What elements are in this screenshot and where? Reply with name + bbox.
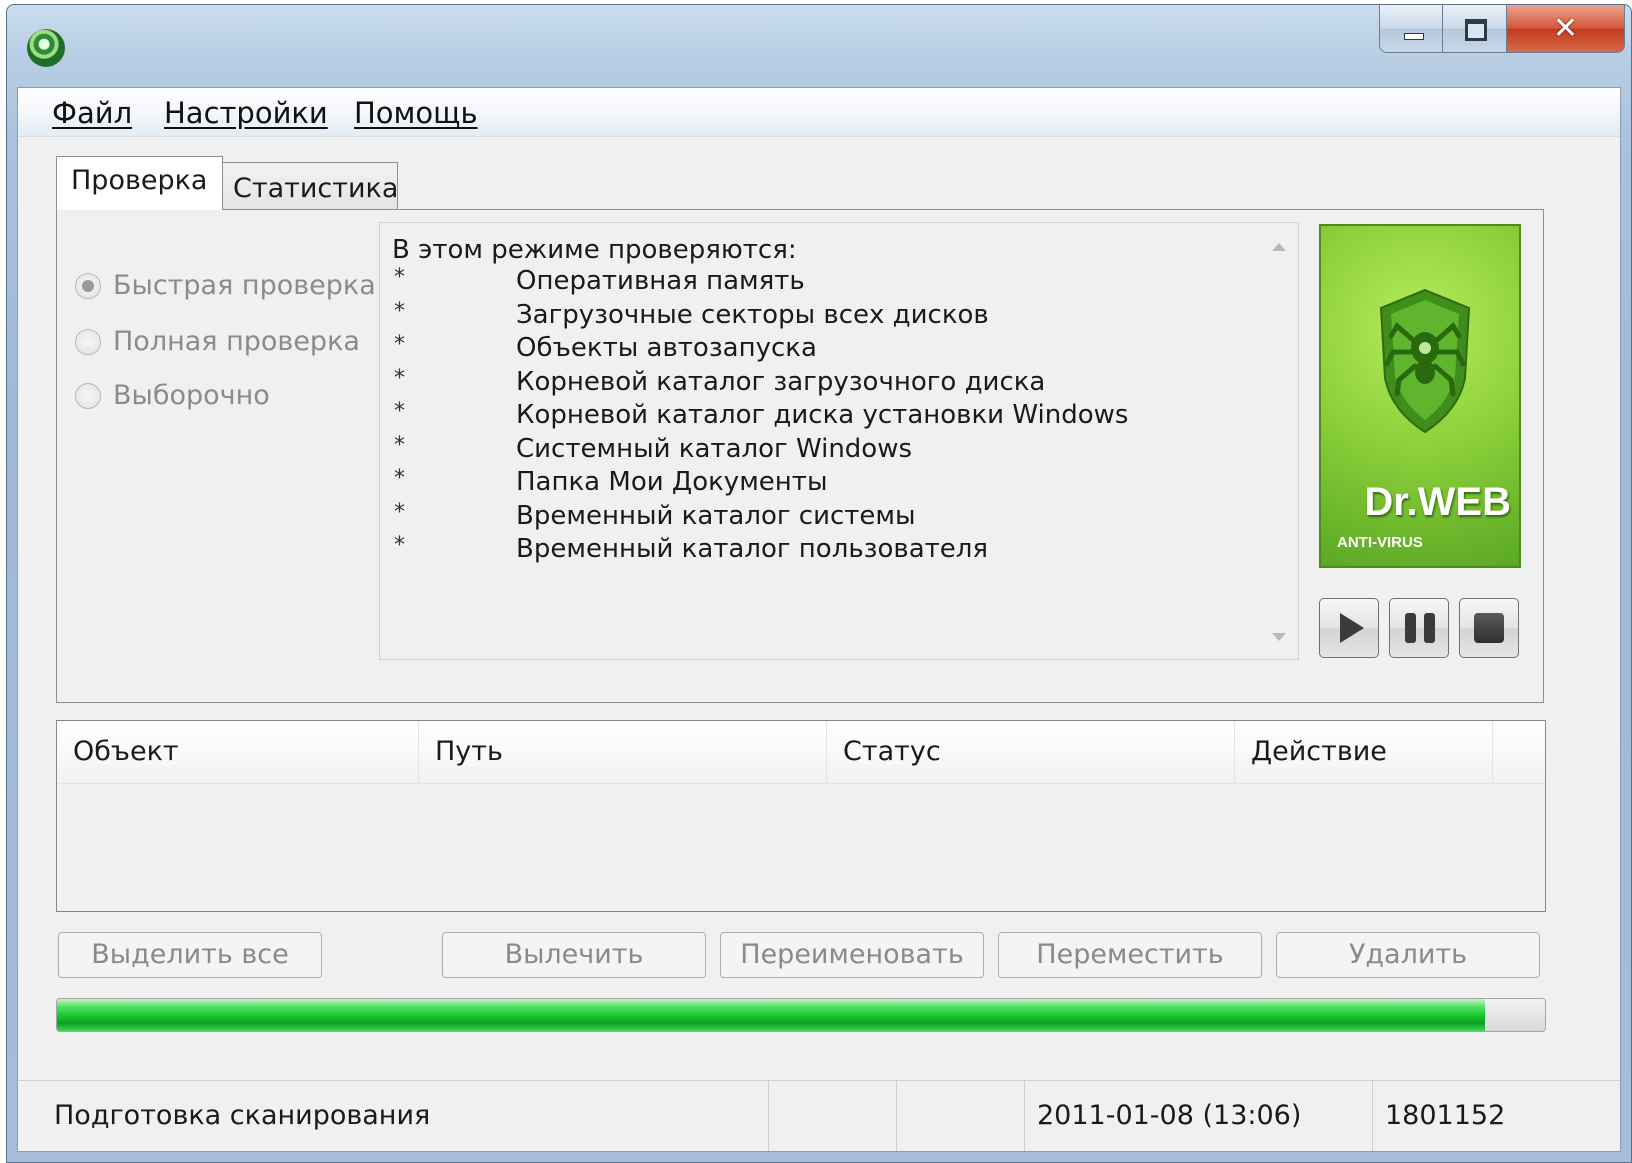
column-header-status[interactable]: Статус [827,721,1235,783]
radio-button[interactable] [75,382,101,409]
radio-quick-scan[interactable]: Быстрая проверка [75,270,376,301]
scroll-down-arrow-icon[interactable] [1272,633,1286,641]
scan-tab-panel: Быстрая проверка Полная проверка Выбороч… [56,209,1544,703]
drweb-app-icon[interactable] [27,29,65,67]
progress-fill [57,999,1486,1031]
window-controls: ✕ [1379,5,1625,57]
list-item-text: Временный каталог системы [516,500,916,531]
bullet: * [394,399,405,424]
menu-help[interactable]: Помощь [354,96,478,130]
tab-statistics[interactable]: Статистика [222,162,398,210]
menu-file[interactable]: Файл [52,96,132,130]
bullet: * [394,332,405,357]
description-heading: В этом режиме проверяются: [392,235,797,265]
status-virus-count: 1801152 [1372,1081,1528,1151]
list-item-text: Корневой каталог диска установки Windows [516,400,1129,430]
minimize-icon [1404,33,1424,40]
bullet: * [394,432,405,458]
pause-scan-button[interactable] [1389,598,1449,658]
rename-button[interactable]: Переименовать [720,932,984,978]
menu-bar: Файл Настройки Помощь [18,88,1620,137]
status-bar: Подготовка сканирования 2011-01-08 (13:0… [18,1080,1620,1151]
bullet: * [394,466,405,491]
radio-button[interactable] [75,272,101,299]
spider-shield-icon [1379,288,1471,434]
close-button[interactable]: ✕ [1507,5,1625,53]
bullet: * [394,265,405,290]
title-bar[interactable]: ✕ [7,5,1631,87]
move-button[interactable]: Переместить [998,932,1262,978]
play-icon [1340,613,1364,643]
stop-icon [1474,613,1504,643]
radio-custom-scan[interactable]: Выборочно [75,380,270,411]
drweb-logo: Dr.WEB ANTI-VIRUS [1319,224,1521,568]
scan-description-box: В этом режиме проверяются: * Оперативная … [379,222,1299,660]
results-table: Объект Путь Статус Действие [56,720,1546,912]
bullet: * [394,298,405,324]
close-icon: ✕ [1552,11,1579,46]
scroll-up-arrow-icon[interactable] [1272,243,1286,251]
list-item-text: Системный каталог Windows [516,433,913,464]
status-cell-empty [768,1081,896,1151]
scan-progress-bar [56,998,1546,1032]
bullet: * [394,533,405,558]
menu-settings[interactable]: Настройки [164,96,328,130]
column-header-object[interactable]: Объект [57,721,419,783]
radio-label: Выборочно [113,380,270,411]
maximize-button[interactable] [1443,5,1507,53]
radio-button[interactable] [75,328,101,355]
cure-button[interactable]: Вылечить [442,932,706,978]
logo-subtitle: ANTI-VIRUS [1337,534,1423,551]
bullet: * [394,365,405,391]
status-cell-empty [896,1081,1024,1151]
description-scrollbar[interactable] [1260,223,1298,659]
delete-button[interactable]: Удалить [1276,932,1540,978]
logo-title: Dr.WEB [1364,480,1511,524]
pause-icon [1405,613,1435,643]
column-header-path[interactable]: Путь [419,721,827,783]
list-item-text: Оперативная память [516,266,805,296]
radio-full-scan[interactable]: Полная проверка [75,326,360,357]
select-all-button[interactable]: Выделить все [58,932,322,978]
list-item-text: Папка Мои Документы [516,467,828,497]
table-header: Объект Путь Статус Действие [57,721,1545,784]
minimize-button[interactable] [1379,5,1443,53]
list-item-text: Временный каталог пользователя [516,534,989,564]
radio-label: Полная проверка [113,326,360,357]
status-date: 2011-01-08 (13:06) [1024,1081,1372,1151]
column-header-action[interactable]: Действие [1235,721,1493,783]
tab-scan[interactable]: Проверка [56,156,223,210]
status-text: Подготовка сканирования [54,1100,431,1131]
list-item-text: Загрузочные секторы всех дисков [516,299,989,330]
list-item-text: Корневой каталог загрузочного диска [516,366,1046,397]
maximize-icon [1465,19,1487,41]
bullet: * [394,499,405,525]
radio-label: Быстрая проверка [113,270,376,301]
stop-scan-button[interactable] [1459,598,1519,658]
app-window: ✕ Файл Настройки Помощь Проверка Статист… [6,4,1632,1163]
list-item-text: Объекты автозапуска [516,333,817,363]
client-area: Файл Настройки Помощь Проверка Статистик… [17,87,1621,1152]
start-scan-button[interactable] [1319,598,1379,658]
